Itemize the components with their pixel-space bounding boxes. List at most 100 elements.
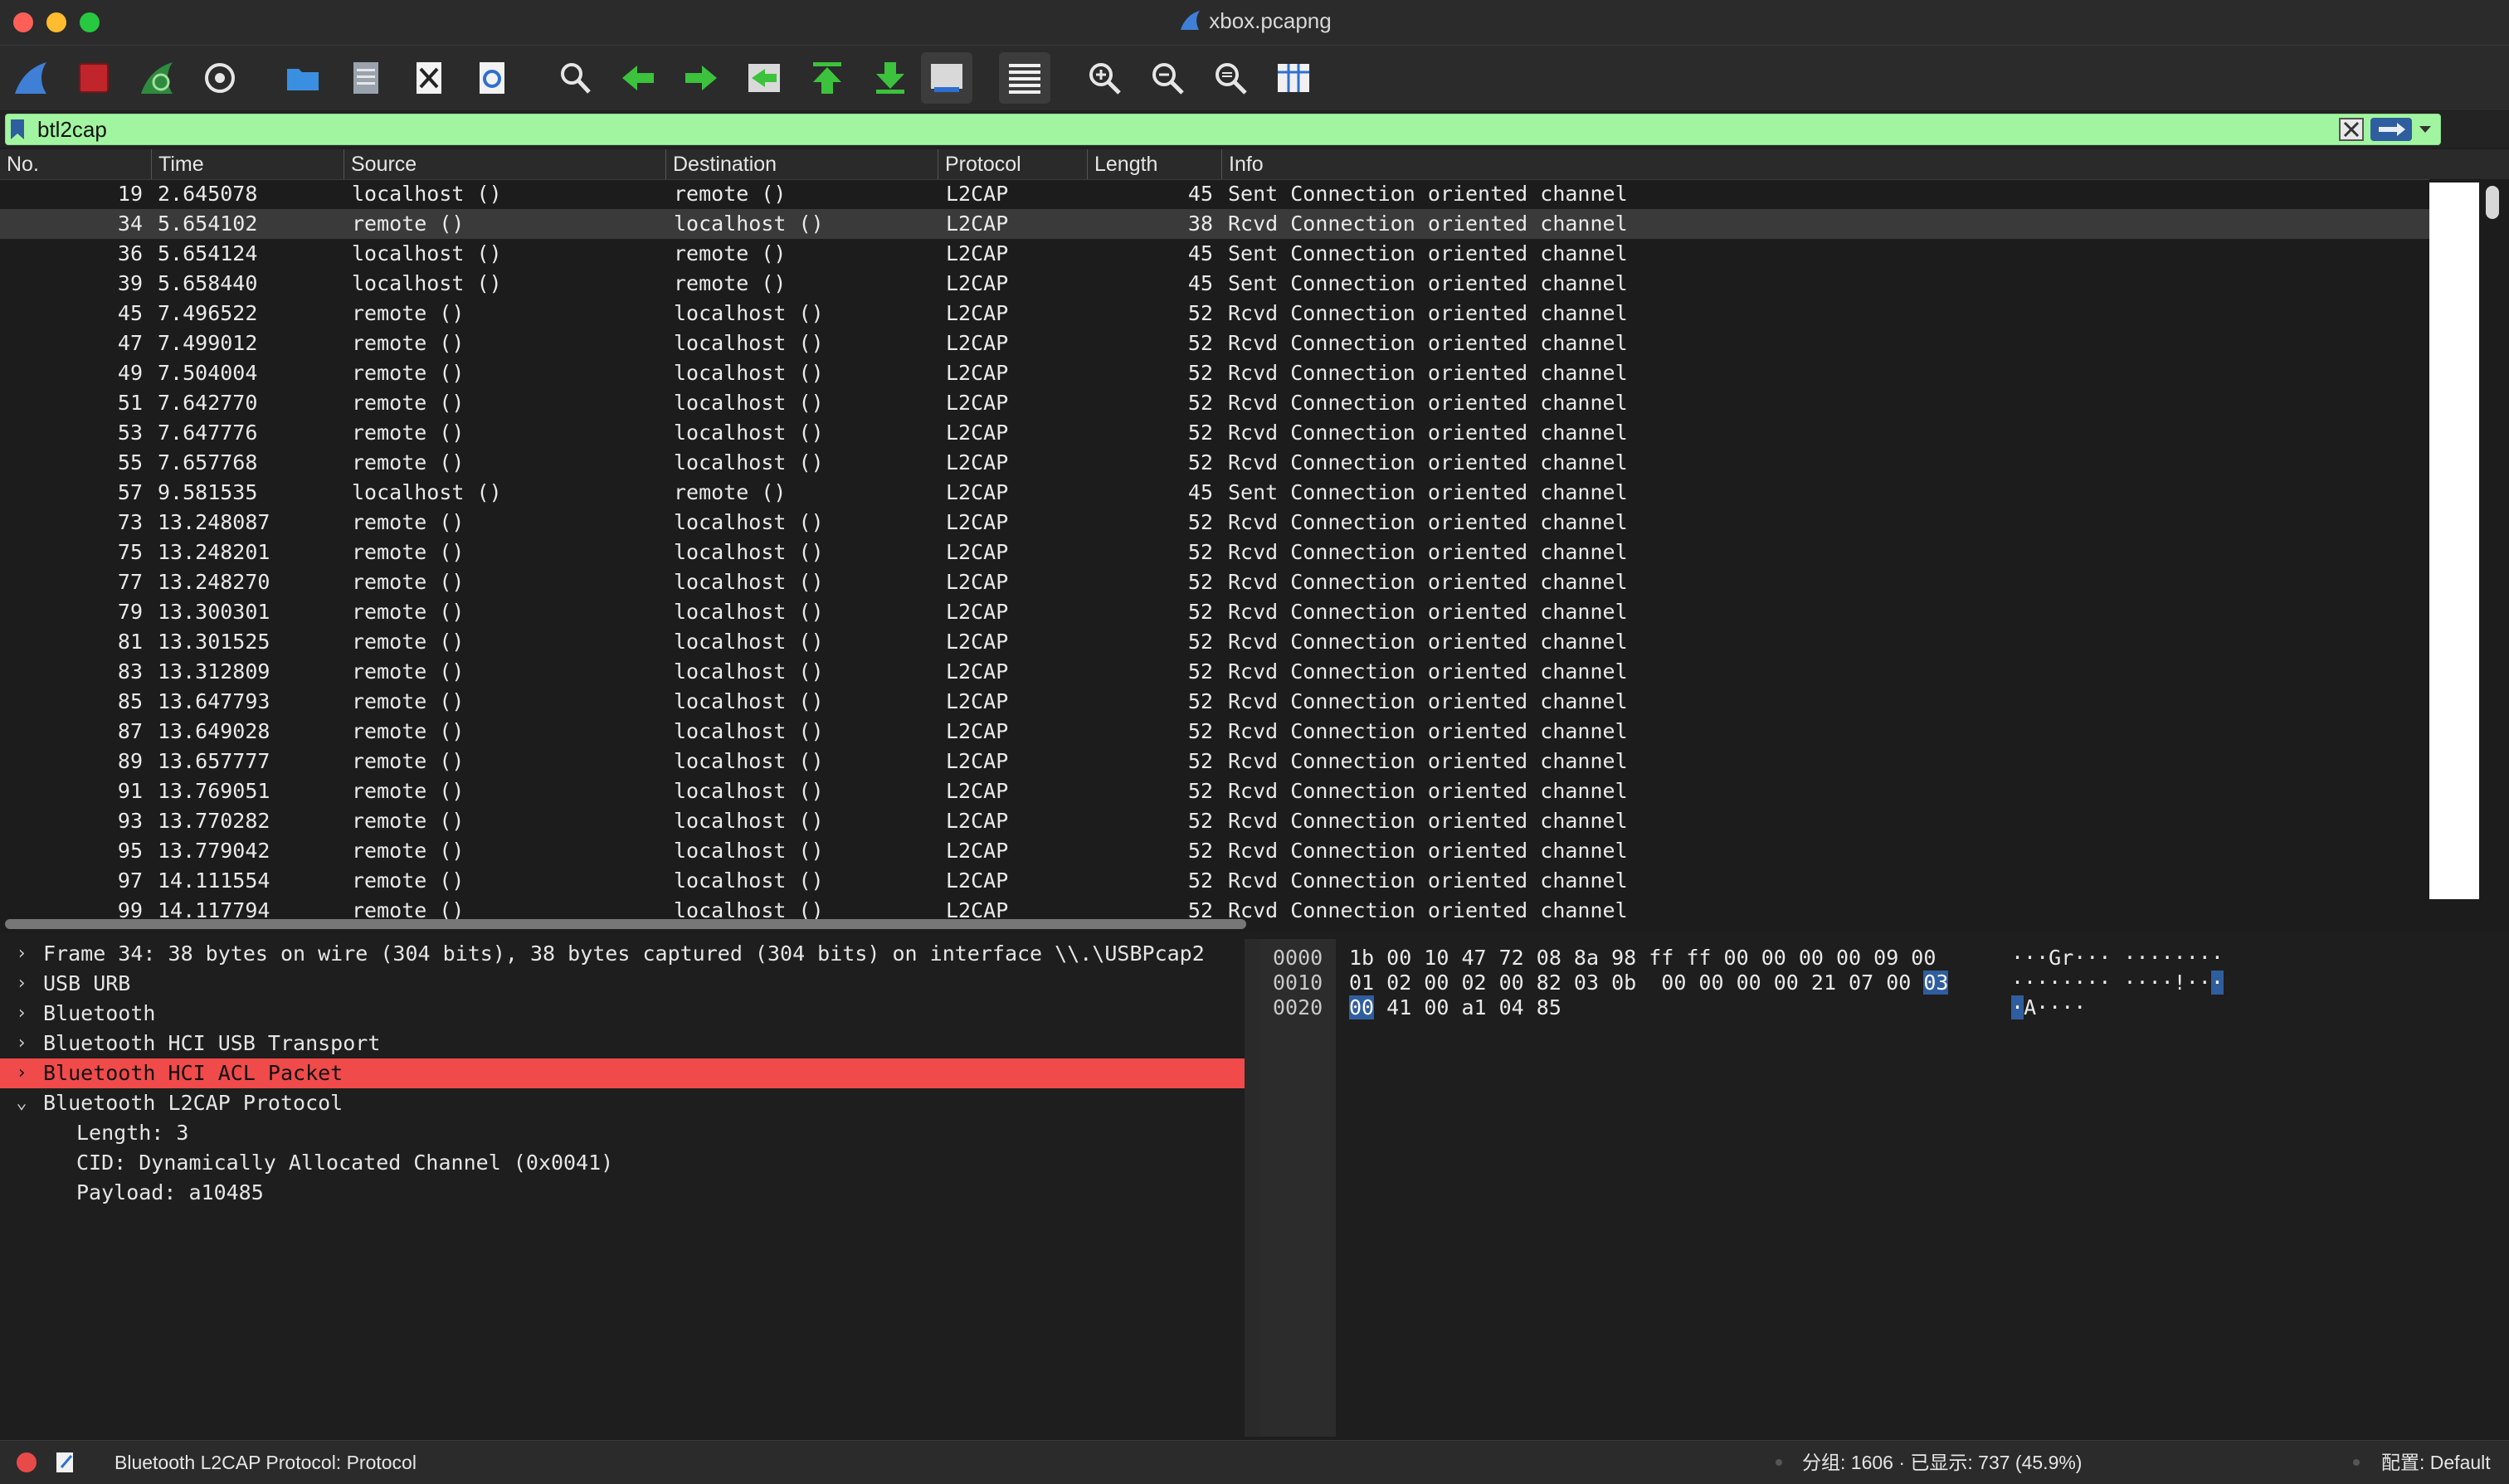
go-first-packet-button[interactable] (801, 52, 853, 104)
packet-destination: remote () (674, 271, 787, 295)
detail-field-length[interactable]: Length: 3 (0, 1118, 1245, 1148)
colorize-toggle[interactable] (999, 52, 1050, 104)
chevron-right-icon[interactable]: › (13, 1029, 30, 1058)
column-header-info[interactable]: Info (1221, 149, 2509, 179)
packet-length: 52 (1187, 301, 1213, 325)
packet-list-horizontal-scrollbar[interactable] (5, 919, 1246, 929)
reload-file-button[interactable] (466, 52, 518, 104)
capture-comment-icon[interactable] (55, 1451, 76, 1474)
packet-minimap[interactable] (2429, 182, 2479, 899)
open-file-button[interactable] (277, 52, 329, 104)
column-header-protocol[interactable]: Protocol (938, 149, 1087, 179)
table-row[interactable]: 81 13.301525 remote () localhost () L2CAP 52 R… (0, 627, 2429, 657)
packet-number: 87 (117, 719, 143, 743)
chevron-right-icon[interactable]: › (13, 1058, 30, 1088)
detail-row-frame[interactable]: › Frame 34: 38 bytes on wire (304 bits), … (0, 939, 1245, 969)
table-row[interactable]: 83 13.312809 remote () localhost () L2CAP 52 R… (0, 657, 2429, 687)
chevron-right-icon[interactable]: › (13, 969, 30, 999)
table-row[interactable]: 36 5.654124 localhost () remote () L2CAP 45 Se… (0, 239, 2429, 269)
restart-capture-button[interactable] (131, 52, 183, 104)
table-row[interactable]: 77 13.248270 remote () localhost () L2CAP 52 R… (0, 567, 2429, 597)
chevron-down-icon[interactable] (2417, 123, 2433, 136)
save-file-button[interactable] (340, 52, 392, 104)
status-separator (1776, 1459, 1782, 1466)
go-to-packet-button[interactable] (738, 52, 790, 104)
chevron-right-icon[interactable]: › (13, 939, 30, 969)
detail-row-hci-usb-transport[interactable]: › Bluetooth HCI USB Transport (0, 1029, 1245, 1058)
packet-time: 7.647776 (158, 421, 258, 445)
table-row[interactable]: 49 7.504004 remote () localhost () L2CAP 52 Rc… (0, 358, 2429, 388)
close-file-icon (417, 62, 441, 94)
go-back-button[interactable] (612, 52, 664, 104)
column-header-destination[interactable]: Destination (665, 149, 938, 179)
packet-list-scroll-thumb[interactable] (2486, 186, 2499, 219)
display-filter-input[interactable] (37, 114, 2278, 144)
table-row[interactable]: 95 13.779042 remote () localhost () L2CAP 52 R… (0, 836, 2429, 866)
stop-capture-button[interactable] (68, 52, 119, 104)
start-capture-button[interactable] (5, 52, 56, 104)
chevron-down-icon[interactable]: ⌄ (13, 1088, 30, 1118)
table-row[interactable]: 34 5.654102 remote () localhost () L2CAP 38 Rc… (0, 209, 2429, 239)
zoom-in-button[interactable] (1079, 52, 1130, 104)
apply-filter-button[interactable] (2370, 118, 2412, 141)
table-row[interactable]: 97 14.111554 remote () localhost () L2CAP 52 R… (0, 866, 2429, 896)
autoscroll-toggle[interactable] (921, 52, 972, 104)
column-header-no[interactable]: No. (0, 149, 151, 179)
table-row[interactable]: 87 13.649028 remote () localhost () L2CAP 52 R… (0, 717, 2429, 747)
table-row[interactable]: 39 5.658440 localhost () remote () L2CAP 45 Se… (0, 269, 2429, 299)
column-header-time[interactable]: Time (151, 149, 343, 179)
table-row[interactable]: 51 7.642770 remote () localhost () L2CAP 52 Rc… (0, 388, 2429, 418)
find-packet-button[interactable] (549, 52, 601, 104)
table-row[interactable]: 85 13.647793 remote () localhost () L2CAP 52 R… (0, 687, 2429, 717)
column-header-length[interactable]: Length (1087, 149, 1221, 179)
expert-info-icon[interactable] (17, 1452, 37, 1472)
packet-destination: localhost () (674, 301, 824, 325)
pane-splitter[interactable] (1245, 939, 1259, 1437)
table-row[interactable]: 57 9.581535 localhost () remote () L2CAP 45 Se… (0, 478, 2429, 508)
detail-row-text: Payload: a10485 (76, 1180, 264, 1204)
status-bar: Bluetooth L2CAP Protocol: Protocol 分组: 1… (0, 1440, 2509, 1484)
packet-length: 45 (1187, 241, 1213, 265)
packet-destination: localhost () (674, 659, 824, 684)
detail-row-l2cap-protocol[interactable]: ⌄ Bluetooth L2CAP Protocol (0, 1088, 1245, 1118)
table-row[interactable]: 79 13.300301 remote () localhost () L2CAP 52 R… (0, 597, 2429, 627)
packet-length: 52 (1187, 450, 1213, 474)
detail-row-hci-acl-packet[interactable]: › Bluetooth HCI ACL Packet (0, 1058, 1245, 1088)
capture-options-button[interactable] (194, 52, 246, 104)
column-header-source[interactable]: Source (343, 149, 665, 179)
close-file-button[interactable] (403, 52, 455, 104)
go-last-packet-button[interactable] (865, 52, 916, 104)
chevron-right-icon[interactable]: › (13, 999, 30, 1029)
clear-filter-icon[interactable] (2339, 118, 2364, 141)
table-row[interactable]: 75 13.248201 remote () localhost () L2CAP 52 R… (0, 538, 2429, 567)
detail-field-payload[interactable]: Payload: a10485 (0, 1178, 1245, 1208)
packet-info: Rcvd Connection oriented channel (1228, 689, 1628, 713)
bookmark-icon[interactable] (9, 118, 26, 141)
detail-row-usb-urb[interactable]: › USB URB (0, 969, 1245, 999)
table-row[interactable]: 55 7.657768 remote () localhost () L2CAP 52 Rc… (0, 448, 2429, 478)
resize-columns-button[interactable] (1268, 52, 1319, 104)
table-row[interactable]: 19 2.645078 localhost () remote () L2CAP 45 Se… (0, 179, 2429, 209)
packet-info: Rcvd Connection oriented channel (1228, 659, 1628, 684)
detail-field-cid[interactable]: CID: Dynamically Allocated Channel (0x00… (0, 1148, 1245, 1178)
normal-size-button[interactable] (1205, 52, 1256, 104)
status-profile[interactable]: 配置: Default (2381, 1441, 2491, 1484)
table-row[interactable]: 45 7.496522 remote () localhost () L2CAP 52 Rc… (0, 299, 2429, 328)
table-row[interactable]: 91 13.769051 remote () localhost () L2CAP 52 R… (0, 776, 2429, 806)
packet-length: 52 (1187, 600, 1213, 624)
table-row[interactable]: 53 7.647776 remote () localhost () L2CAP 52 Rc… (0, 418, 2429, 448)
packet-protocol: L2CAP (946, 510, 1009, 534)
go-forward-button[interactable] (675, 52, 727, 104)
table-row[interactable]: 73 13.248087 remote () localhost () L2CAP 52 R… (0, 508, 2429, 538)
packet-protocol: L2CAP (946, 391, 1009, 415)
search-icon (561, 63, 591, 94)
packet-time: 2.645078 (158, 182, 258, 206)
packet-time: 5.658440 (158, 271, 258, 295)
table-row[interactable]: 47 7.499012 remote () localhost () L2CAP 52 Rc… (0, 328, 2429, 358)
table-row[interactable]: 89 13.657777 remote () localhost () L2CAP 52 R… (0, 747, 2429, 776)
detail-row-bluetooth[interactable]: › Bluetooth (0, 999, 1245, 1029)
zoom-out-button[interactable] (1142, 52, 1193, 104)
table-row[interactable]: 93 13.770282 remote () localhost () L2CAP 52 R… (0, 806, 2429, 836)
byte-offset: 0020 (1273, 995, 1323, 1019)
packet-length: 38 (1187, 212, 1213, 236)
